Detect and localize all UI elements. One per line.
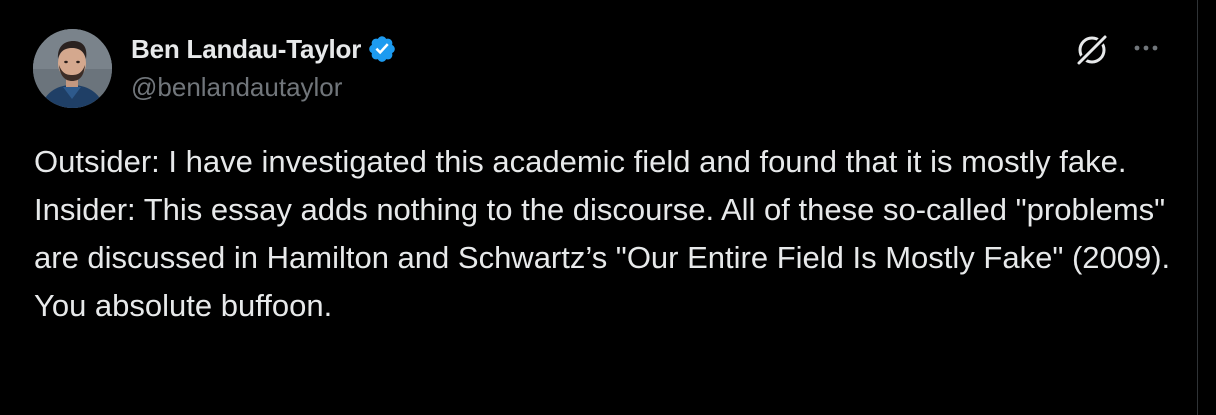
profile-photo-icon bbox=[33, 29, 112, 108]
verified-badge-icon[interactable] bbox=[367, 34, 397, 64]
author-display-name[interactable]: Ben Landau-Taylor bbox=[131, 34, 361, 65]
tweet-text: Outsider: I have investigated this acade… bbox=[34, 138, 1184, 330]
grok-icon[interactable] bbox=[1072, 30, 1112, 70]
more-options-icon[interactable] bbox=[1130, 36, 1162, 60]
tweet-paragraph: Insider: This essay adds nothing to the … bbox=[34, 192, 1171, 323]
tweet-paragraph: Outsider: I have investigated this acade… bbox=[34, 144, 1127, 179]
avatar[interactable] bbox=[33, 29, 112, 108]
author-name-row[interactable]: Ben Landau-Taylor bbox=[131, 32, 397, 66]
author-handle[interactable]: @benlandautaylor bbox=[131, 72, 342, 103]
tweet-card: Ben Landau-Taylor @benlandautaylor Outsi… bbox=[0, 0, 1198, 415]
